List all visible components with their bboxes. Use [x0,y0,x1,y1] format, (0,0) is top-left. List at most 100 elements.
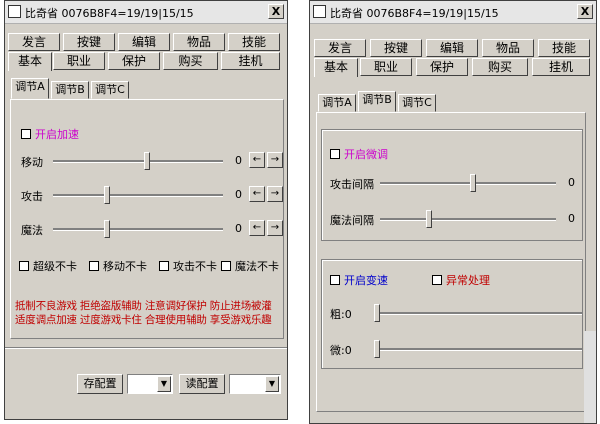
tab-hangup[interactable]: 挂机 [221,52,280,70]
tab-job[interactable]: 职业 [53,52,105,70]
tab-speak[interactable]: 发言 [8,33,60,51]
move-no-lag-label: 移动不卡 [103,260,147,273]
tab-basic[interactable]: 基本 [8,52,52,71]
chevron-down-icon[interactable]: ▼ [157,376,171,392]
warning-line-1: 抵制不良游戏 拒绝盗版辅助 注意调好保护 防止进场被灌 [15,300,272,312]
tab-protect[interactable]: 保护 [416,58,468,76]
exception-handling-checkbox[interactable]: 异常处理 [432,272,490,288]
magic-interval-thumb[interactable] [426,210,433,228]
chevron-down-icon[interactable]: ▼ [265,376,279,392]
close-button[interactable]: X [577,4,593,19]
subtab-adjust-c[interactable]: 调节C [398,94,436,112]
speed-change-group: 开启变速 异常处理 粗:0 微:0 [321,259,583,369]
attack-label: 攻击 [21,190,43,203]
fine-slider-track[interactable] [374,348,582,351]
magic-decrease-button[interactable]: ← [249,220,265,236]
magic-label: 魔法 [21,224,43,237]
transform-speed-label: 开启变速 [344,274,388,287]
subtab-adjust-b[interactable]: 调节B [358,91,396,112]
coarse-label: 粗:0 [330,308,352,321]
attack-no-lag-checkbox[interactable]: 攻击不卡 [159,258,217,274]
tab-keys[interactable]: 按键 [63,33,115,51]
tab-hangup[interactable]: 挂机 [532,58,590,76]
super-no-lag-label: 超级不卡 [33,260,77,273]
magic-interval-value: 0 [568,212,575,225]
save-config-button[interactable]: 存配置 [77,374,123,394]
adjust-a-panel: 开启加速 移动 0 ← → 攻击 0 ← → 魔法 0 ← → 超级不卡 移动不… [10,99,284,339]
coarse-slider-track[interactable] [374,312,582,315]
checkbox-box[interactable] [21,129,31,139]
tab-buy[interactable]: 购买 [163,52,218,70]
fine-label: 微:0 [330,344,352,357]
read-config-dropdown[interactable]: ▼ [229,374,281,394]
magic-slider-thumb[interactable] [104,220,111,238]
magic-increase-button[interactable]: → [267,220,283,236]
tab-items[interactable]: 物品 [173,33,225,51]
checkbox-box[interactable] [330,149,340,159]
scrollbar[interactable] [584,331,596,423]
tab-job[interactable]: 职业 [360,58,412,76]
magic-no-lag-label: 魔法不卡 [235,260,279,273]
checkbox-box[interactable] [89,261,99,271]
sub-tabs: 调节A 调节B 调节C [318,91,588,112]
move-increase-button[interactable]: → [267,152,283,168]
fine-tune-checkbox[interactable]: 开启微调 [330,146,388,162]
attack-interval-track[interactable] [380,182,556,185]
warning-line-2: 适度调点加速 过度游戏卡住 合理使用辅助 享受游戏乐趣 [15,314,272,326]
attack-increase-button[interactable]: → [267,186,283,202]
move-decrease-button[interactable]: ← [249,152,265,168]
tab-items[interactable]: 物品 [482,39,534,57]
magic-no-lag-checkbox[interactable]: 魔法不卡 [221,258,279,274]
main-tabs-row2: 基本 职业 保护 购买 挂机 [314,58,592,77]
attack-interval-label: 攻击间隔 [330,178,374,191]
tab-speak[interactable]: 发言 [314,39,366,57]
subtab-adjust-a[interactable]: 调节A [318,94,356,112]
checkbox-box[interactable] [330,275,340,285]
move-slider-thumb[interactable] [143,152,150,170]
read-config-button[interactable]: 读配置 [179,374,225,394]
tab-keys[interactable]: 按键 [370,39,422,57]
app-icon [313,5,326,18]
attack-no-lag-label: 攻击不卡 [173,260,217,273]
accel-checkbox[interactable]: 开启加速 [21,126,79,142]
save-config-dropdown[interactable]: ▼ [127,374,173,394]
tab-protect[interactable]: 保护 [108,52,160,70]
coarse-slider-thumb[interactable] [374,304,380,322]
magic-interval-label: 魔法间隔 [330,214,374,227]
tab-basic[interactable]: 基本 [314,58,358,77]
left-titlebar[interactable]: 比奇省 0076B8F4=19/19|15/15 X [5,1,287,24]
tab-skills[interactable]: 技能 [538,39,590,57]
left-window: 比奇省 0076B8F4=19/19|15/15 X 发言 按键 编辑 物品 技… [4,0,288,420]
subtab-adjust-a[interactable]: 调节A [11,78,49,99]
magic-interval-track[interactable] [380,218,556,221]
subtab-adjust-c[interactable]: 调节C [91,81,129,99]
attack-decrease-button[interactable]: ← [249,186,265,202]
tab-buy[interactable]: 购买 [472,58,528,76]
right-window: 比奇省 0076B8F4=19/19|15/15 X 发言 按键 编辑 物品 技… [309,0,597,424]
main-tabs-row2: 基本 职业 保护 购买 挂机 [8,52,284,71]
tab-skills[interactable]: 技能 [228,33,280,51]
checkbox-box[interactable] [221,261,231,271]
accel-label: 开启加速 [35,128,79,141]
super-no-lag-checkbox[interactable]: 超级不卡 [19,258,77,274]
close-button[interactable]: X [268,4,284,19]
subtab-adjust-b[interactable]: 调节B [51,81,89,99]
right-titlebar[interactable]: 比奇省 0076B8F4=19/19|15/15 X [310,1,596,24]
checkbox-box[interactable] [19,261,29,271]
checkbox-box[interactable] [432,275,442,285]
move-label: 移动 [21,156,43,169]
attack-interval-thumb[interactable] [470,174,477,192]
adjust-b-panel: 开启微调 攻击间隔 0 魔法间隔 0 开启变速 异常处理 粗:0 微:0 [316,112,586,412]
tab-edit[interactable]: 编辑 [118,33,170,51]
move-no-lag-checkbox[interactable]: 移动不卡 [89,258,147,274]
fine-slider-thumb[interactable] [374,340,380,358]
checkbox-box[interactable] [159,261,169,271]
fine-tune-group: 开启微调 攻击间隔 0 魔法间隔 0 [321,129,583,241]
magic-slider-track[interactable] [53,228,223,231]
attack-slider-thumb[interactable] [104,186,111,204]
transform-speed-checkbox[interactable]: 开启变速 [330,272,388,288]
move-slider-track[interactable] [53,160,223,163]
attack-interval-value: 0 [568,176,575,189]
tab-edit[interactable]: 编辑 [426,39,478,57]
attack-slider-track[interactable] [53,194,223,197]
